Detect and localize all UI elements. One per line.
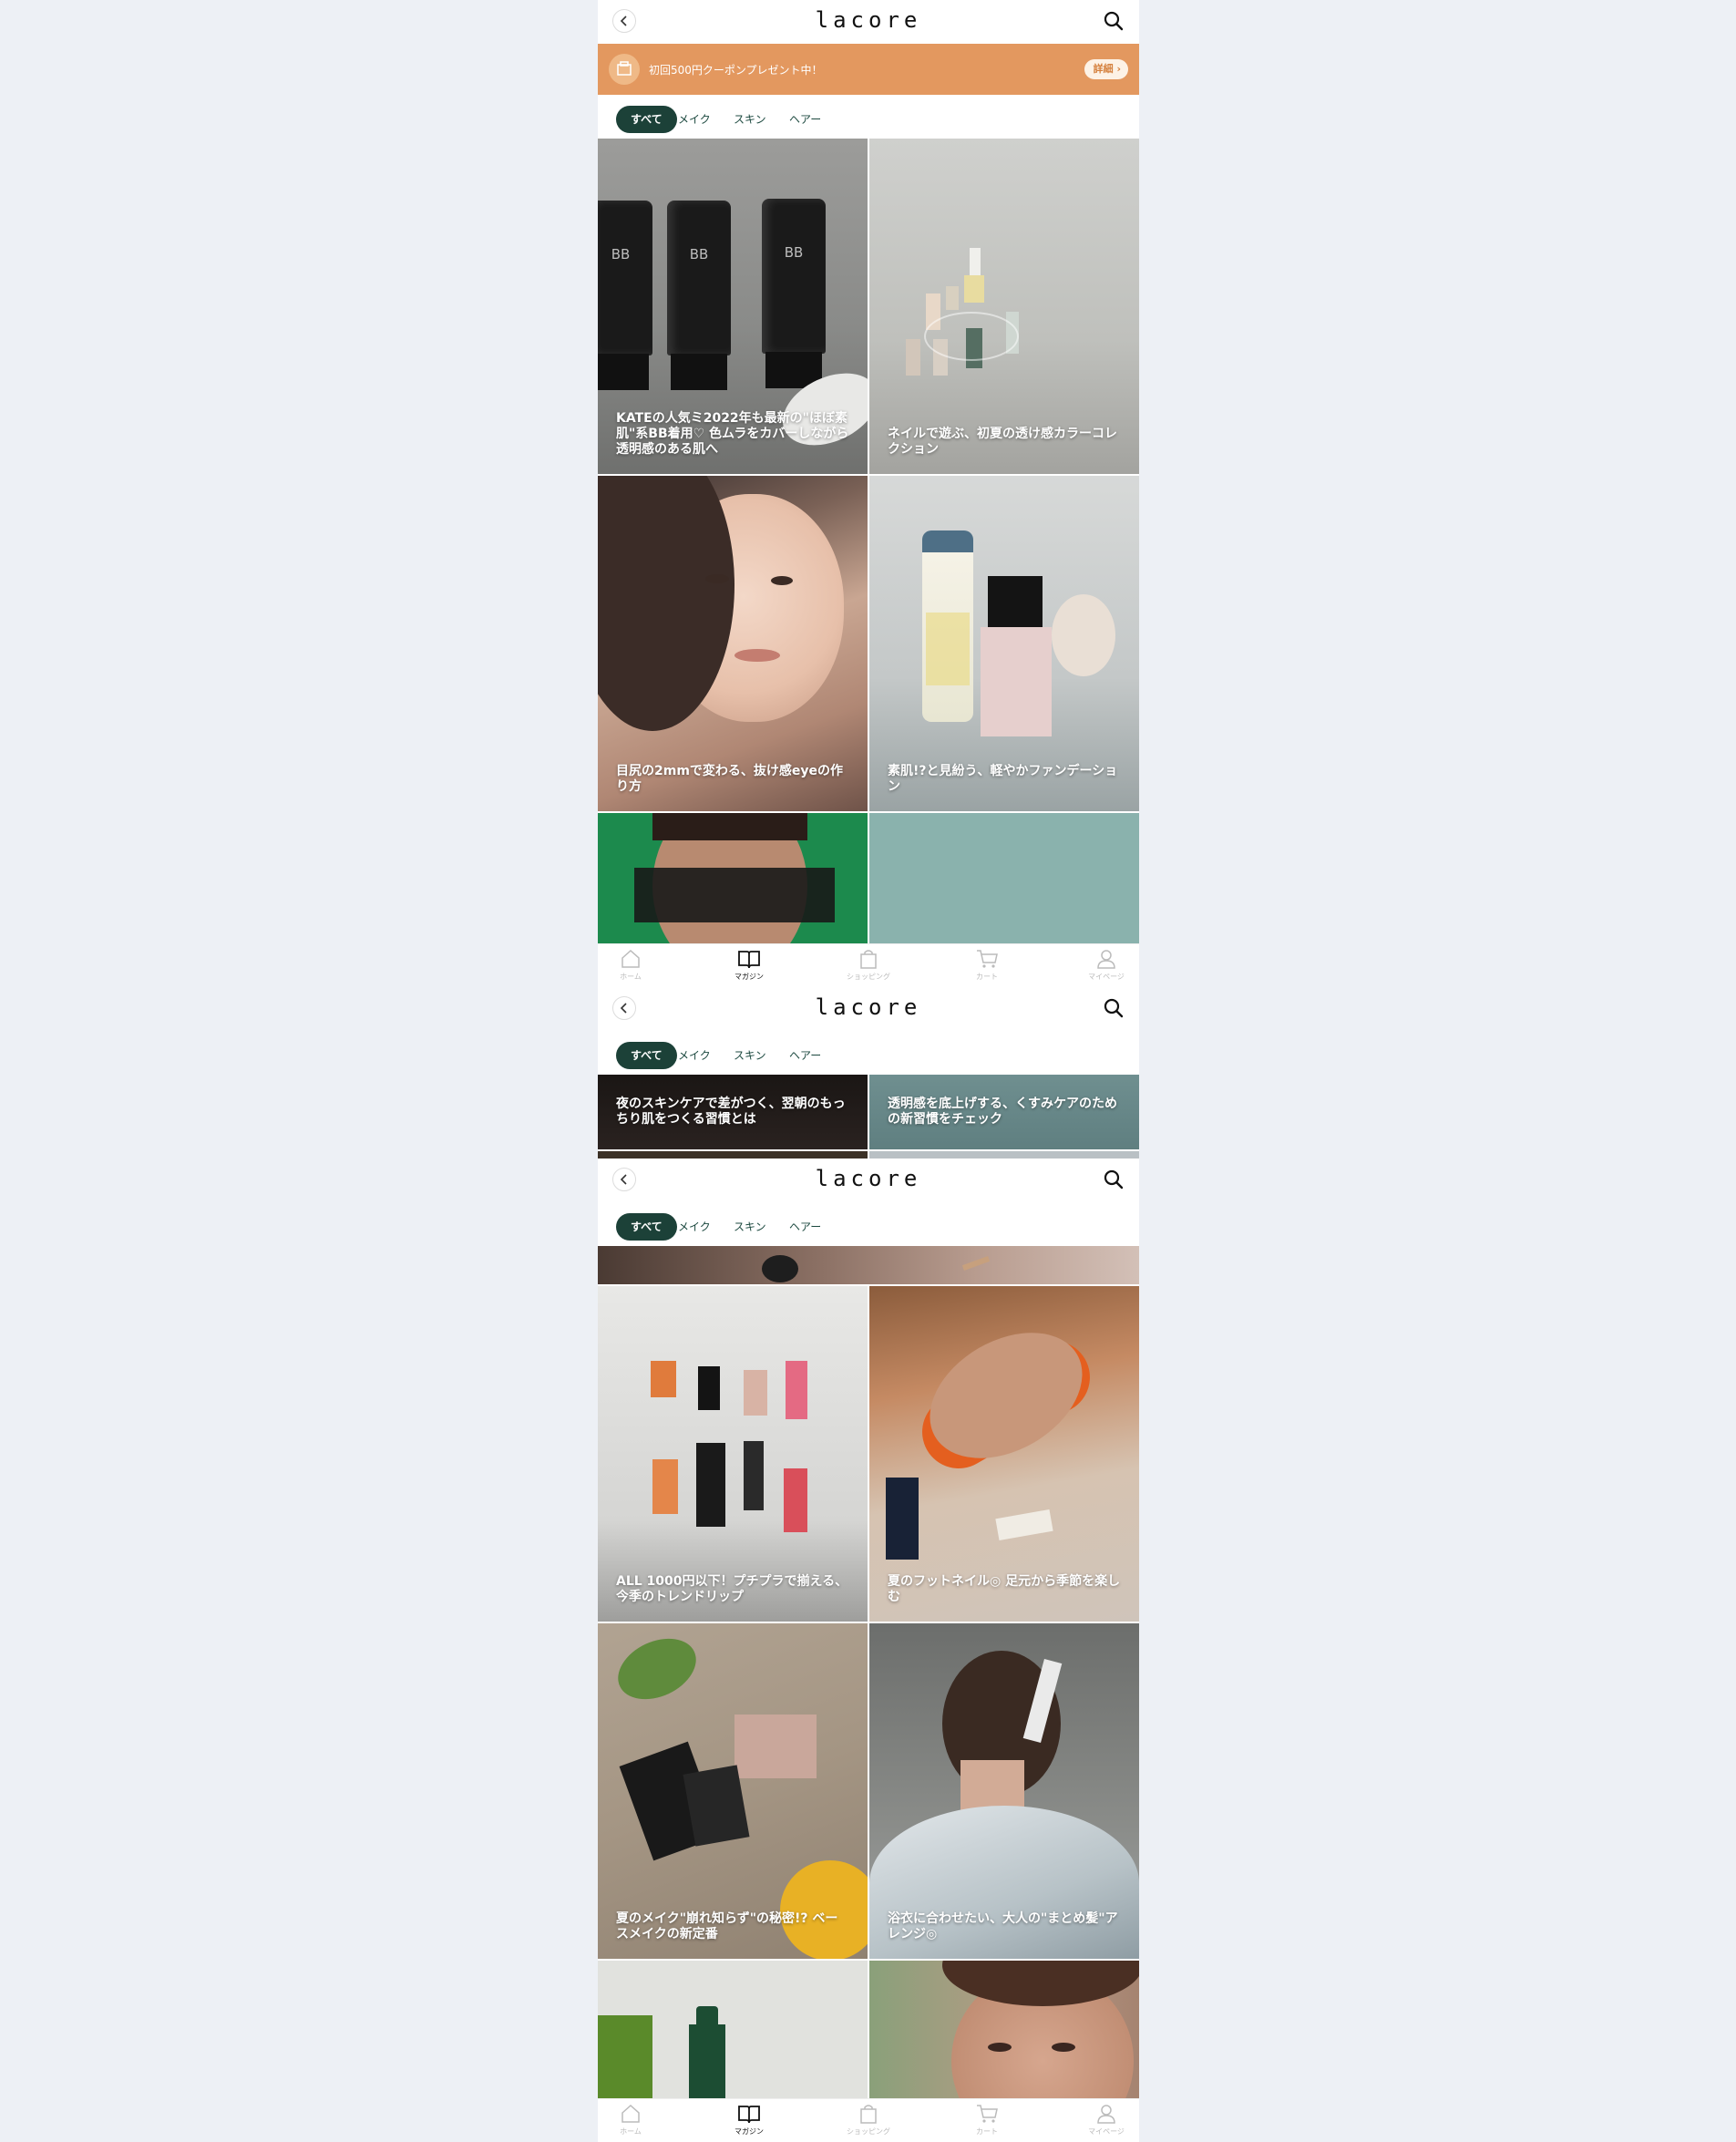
nav-label: カート xyxy=(976,2127,998,2136)
article-card[interactable]: 夜のスキンケアで差がつく、翌朝のもっちり肌をつくる習慣とは xyxy=(598,1075,868,1149)
home-icon xyxy=(621,2104,640,2123)
tab-all[interactable]: すべて xyxy=(616,1042,677,1069)
nav-label: マガジン xyxy=(734,2127,764,2136)
coupon-icon xyxy=(609,54,640,85)
nav-label: ホーム xyxy=(620,2127,642,2136)
article-card[interactable]: 夏のフットネイル◎ 足元から季節を楽しむ xyxy=(869,1286,1139,1622)
article-card[interactable]: ネイルで遊ぶ、初夏の透け感カラーコレクション xyxy=(869,139,1139,474)
app-header: lacore xyxy=(598,1159,1139,1202)
cart-icon xyxy=(977,2105,998,2123)
nav-mypage[interactable]: マイページ xyxy=(1070,2103,1139,2137)
article-card[interactable] xyxy=(598,813,868,943)
article-title: 浴衣に合わせたい、大人の"まとめ髪"アレンジ◎ xyxy=(888,1911,1118,1941)
tab-hair[interactable]: ヘアー xyxy=(789,1213,821,1241)
shopping-bag-icon xyxy=(860,2105,877,2124)
article-card[interactable]: 目尻の2mmで変わる、抜け感eyeの作り方 xyxy=(598,476,868,811)
search-icon[interactable] xyxy=(1103,997,1125,1019)
article-title: ネイルで遊ぶ、初夏の透け感カラーコレクション xyxy=(888,427,1117,457)
article-card[interactable]: BB BB BB KATEの人気ミ2022年も最新の"ほぼ素肌"系BB着用♡ 色… xyxy=(598,139,868,474)
category-tabs: すべて メイク スキン ヘアー xyxy=(598,1031,1139,1075)
nav-cart[interactable]: カート xyxy=(950,2103,1023,2137)
nav-label: マイページ xyxy=(1088,973,1125,981)
search-icon[interactable] xyxy=(1103,10,1125,32)
article-card[interactable]: 浴衣に合わせたい、大人の"まとめ髪"アレンジ◎ xyxy=(869,1623,1139,1959)
nav-cart[interactable]: カート xyxy=(950,948,1023,982)
category-tabs: すべて メイク スキン ヘアー xyxy=(598,95,1139,139)
tab-makeup[interactable]: メイク xyxy=(678,106,711,133)
tab-makeup[interactable]: メイク xyxy=(678,1042,711,1069)
tab-skin[interactable]: スキン xyxy=(734,1042,766,1069)
promo-text: 初回500円クーポンプレゼント中！ xyxy=(649,64,823,77)
article-card[interactable] xyxy=(869,813,1139,943)
article-card[interactable]: 夏のメイク"崩れ知らず"の秘密!? ベースメイクの新定番 xyxy=(598,1623,868,1959)
bottom-nav: ホーム マガジン ショッピング カート マイページ xyxy=(598,2098,1139,2142)
nav-home[interactable]: ホーム xyxy=(598,948,667,982)
article-title: 目尻の2mmで変わる、抜け感eyeの作り方 xyxy=(616,764,844,794)
nav-home[interactable]: ホーム xyxy=(598,2103,667,2137)
book-icon xyxy=(738,2106,760,2124)
nav-label: マガジン xyxy=(734,973,764,981)
article-title: 夏のフットネイル◎ 足元から季節を楽しむ xyxy=(888,1574,1121,1604)
nav-label: ショッピング xyxy=(847,2127,890,2136)
promo-detail-label: 詳細 xyxy=(1093,63,1114,75)
app-header: lacore xyxy=(598,987,1139,1031)
user-icon xyxy=(1097,950,1115,969)
nav-label: ショッピング xyxy=(847,973,890,981)
article-grid: ALL 1000円以下！プチプラで揃える、今季のトレンドリップ 夏のフットネイル… xyxy=(598,1246,1139,2098)
tab-all[interactable]: すべて xyxy=(616,106,677,133)
cart-icon xyxy=(977,950,998,968)
tab-skin[interactable]: スキン xyxy=(734,106,766,133)
nav-label: マイページ xyxy=(1088,2127,1125,2136)
screen-1: lacore 初回500円クーポンプレゼント中！ 詳細 › すべて メイク スキ… xyxy=(598,0,1139,987)
nav-shopping[interactable]: ショッピング xyxy=(832,2103,905,2137)
tab-hair[interactable]: ヘアー xyxy=(789,106,821,133)
nav-mypage[interactable]: マイページ xyxy=(1070,948,1139,982)
brand-logo[interactable]: lacore xyxy=(598,7,1139,33)
nav-shopping[interactable]: ショッピング xyxy=(832,948,905,982)
nav-magazine[interactable]: マガジン xyxy=(713,948,786,982)
tab-all[interactable]: すべて xyxy=(616,1213,677,1241)
user-icon xyxy=(1097,2105,1115,2124)
article-card[interactable]: 素肌!?と見紛う、軽やかファンデーション xyxy=(869,476,1139,811)
shopping-bag-icon xyxy=(860,950,877,969)
article-grid: BB BB BB KATEの人気ミ2022年も最新の"ほぼ素肌"系BB着用♡ 色… xyxy=(598,139,1139,943)
search-icon[interactable] xyxy=(1103,1169,1125,1190)
nav-label: カート xyxy=(976,973,998,981)
brand-logo[interactable]: lacore xyxy=(598,994,1139,1020)
tab-makeup[interactable]: メイク xyxy=(678,1213,711,1241)
tab-skin[interactable]: スキン xyxy=(734,1213,766,1241)
category-tabs: すべて メイク スキン ヘアー xyxy=(598,1202,1139,1246)
promo-banner[interactable]: 初回500円クーポンプレゼント中！ 詳細 › xyxy=(598,44,1139,95)
article-title: 夏のメイク"崩れ知らず"の秘密!? ベースメイクの新定番 xyxy=(616,1911,838,1941)
book-icon xyxy=(738,951,760,969)
brand-logo[interactable]: lacore xyxy=(598,1166,1139,1191)
article-title: 夜のスキンケアで差がつく、翌朝のもっちり肌をつくる習慣とは xyxy=(616,1097,846,1127)
article-title: 素肌!?と見紛う、軽やかファンデーション xyxy=(888,764,1118,794)
article-card[interactable] xyxy=(869,1961,1139,2098)
app-header: lacore xyxy=(598,0,1139,44)
nav-label: ホーム xyxy=(620,973,642,981)
article-title: KATEの人気ミ2022年も最新の"ほぼ素肌"系BB着用♡ 色ムラをカバーしなが… xyxy=(616,411,849,457)
article-card[interactable] xyxy=(598,1961,868,2098)
promo-detail-button[interactable]: 詳細 › xyxy=(1084,59,1128,79)
tab-hair[interactable]: ヘアー xyxy=(789,1042,821,1069)
bottom-nav: ホーム マガジン ショッピング カート マイページ xyxy=(598,943,1139,987)
article-card[interactable] xyxy=(598,1246,1139,1284)
home-icon xyxy=(621,949,640,968)
article-title: ALL 1000円以下！プチプラで揃える、今季のトレンドリップ xyxy=(616,1574,848,1604)
article-title: 透明感を底上げする、くすみケアのための新習慣をチェック xyxy=(888,1097,1117,1127)
article-card[interactable]: ALL 1000円以下！プチプラで揃える、今季のトレンドリップ xyxy=(598,1286,868,1622)
article-card[interactable]: 透明感を底上げする、くすみケアのための新習慣をチェック xyxy=(869,1075,1139,1149)
article-grid: 夜のスキンケアで差がつく、翌朝のもっちり肌をつくる習慣とは 透明感を底上げする、… xyxy=(598,1075,1139,1159)
nav-magazine[interactable]: マガジン xyxy=(713,2103,786,2137)
screen-2: lacore すべて メイク スキン ヘアー 夜のスキンケアで差がつく、翌朝のも… xyxy=(598,987,1139,1159)
screen-3: lacore すべて メイク スキン ヘアー ALL 1000円以下！プチプラで… xyxy=(598,1159,1139,2142)
